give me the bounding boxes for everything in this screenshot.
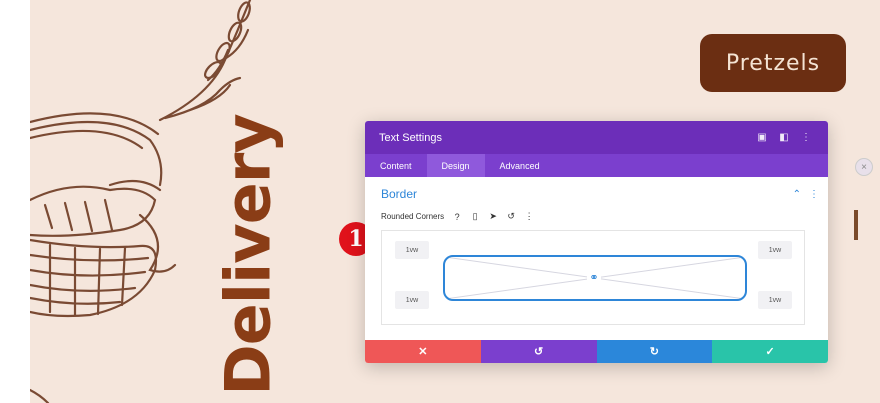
bottom-right-radius-input[interactable]: 1vw — [758, 291, 792, 309]
section-title: Border — [381, 187, 418, 201]
options-icon[interactable]: ⋮ — [524, 211, 534, 222]
mobile-icon[interactable]: ▯ — [470, 211, 480, 222]
panel-body: Border ⌃ ⋮ Rounded Corners ? ▯ ➤ ↺ ⋮ 1vw… — [365, 177, 828, 340]
panel-footer: ✕ ↺ ↻ ✓ — [365, 340, 828, 363]
help-icon[interactable]: ? — [452, 212, 462, 222]
cancel-icon: ✕ — [418, 346, 428, 358]
link-icon[interactable]: ⚭ — [587, 270, 601, 284]
save-icon: ✓ — [765, 346, 775, 358]
rounded-corners-label: Rounded Corners — [381, 212, 445, 221]
expand-icon[interactable]: ▣ — [754, 132, 770, 143]
tab-content[interactable]: Content — [365, 154, 427, 177]
reset-icon[interactable]: ↺ — [506, 211, 516, 222]
pretzels-badge[interactable]: Pretzels — [700, 34, 846, 92]
undo-icon: ↺ — [534, 346, 544, 358]
chevron-up-icon[interactable]: ⌃ — [793, 189, 801, 200]
close-icon[interactable]: × — [855, 158, 873, 176]
top-right-radius-input[interactable]: 1vw — [758, 241, 792, 259]
rounded-corners-row: Rounded Corners ? ▯ ➤ ↺ ⋮ — [365, 201, 828, 222]
tab-advanced[interactable]: Advanced — [485, 154, 555, 177]
panel-title: Text Settings — [379, 131, 442, 144]
layout-icon[interactable]: ◧ — [776, 132, 792, 143]
scroll-handle[interactable] — [854, 210, 858, 240]
redo-icon: ↻ — [649, 346, 659, 358]
section-more-icon[interactable]: ⋮ — [809, 189, 819, 200]
corner-preview: ⚭ — [443, 255, 747, 301]
undo-button[interactable]: ↺ — [480, 340, 597, 363]
text-settings-panel: Text Settings ▣ ◧ ⋮ Content Design Advan… — [365, 121, 828, 363]
rounded-corners-editor: 1vw 1vw 1vw 1vw ⚭ — [381, 230, 805, 325]
redo-button[interactable]: ↻ — [596, 340, 713, 363]
tab-design[interactable]: Design — [426, 154, 485, 177]
more-icon[interactable]: ⋮ — [798, 132, 814, 143]
border-section-header[interactable]: Border ⌃ ⋮ — [365, 177, 828, 201]
save-button[interactable]: ✓ — [712, 340, 828, 363]
panel-header[interactable]: Text Settings ▣ ◧ ⋮ — [365, 121, 828, 154]
hover-icon[interactable]: ➤ — [488, 211, 498, 222]
top-left-radius-input[interactable]: 1vw — [395, 241, 429, 259]
delivery-heading: Delivery — [211, 114, 285, 396]
panel-tabs: Content Design Advanced — [365, 154, 828, 177]
bottom-left-radius-input[interactable]: 1vw — [395, 291, 429, 309]
cancel-button[interactable]: ✕ — [365, 340, 481, 363]
